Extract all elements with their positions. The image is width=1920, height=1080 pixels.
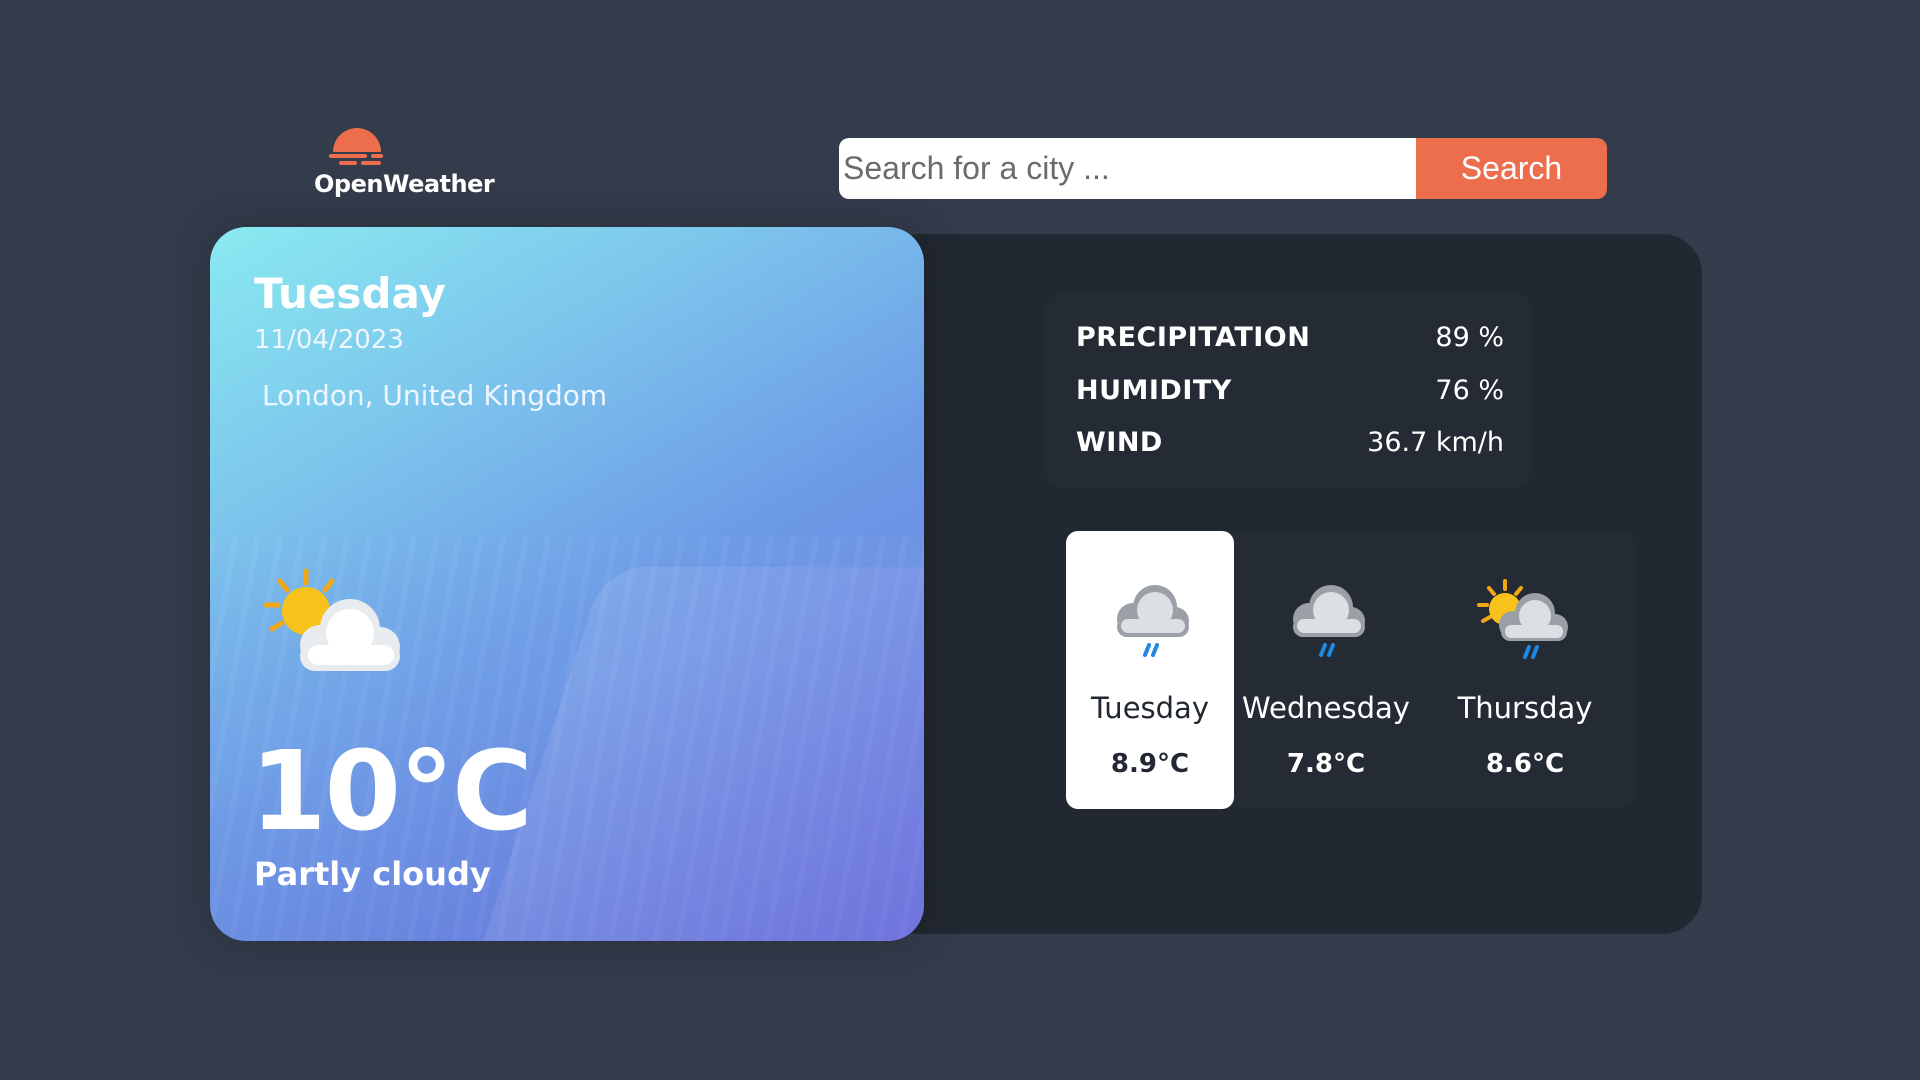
stat-row-humidity: HUMIDITY 76 % [1076,375,1504,415]
search-bar: Search [839,138,1607,199]
stat-value: 89 % [1435,322,1504,353]
current-weather-card: Tuesday 11/04/2023 London, United Kingdo… [210,227,924,941]
stat-label: WIND [1076,427,1163,458]
current-day: Tuesday [254,269,446,318]
weather-stats: PRECIPITATION 89 % HUMIDITY 76 % WIND 36… [1046,294,1530,488]
forecast-temp: 8.6°C [1485,749,1565,779]
forecast-card-wednesday[interactable]: Wednesday 7.8°C [1242,531,1410,809]
rain-cloud-icon [1117,585,1189,657]
search-input[interactable] [839,138,1416,199]
forecast-card-tuesday[interactable]: Tuesday 8.9°C [1066,531,1234,809]
partly-cloudy-icon [263,568,400,671]
forecast-day: Wednesday [1242,691,1410,725]
openweather-logo[interactable]: OpenWeather [310,124,495,204]
current-location: London, United Kingdom [262,379,608,412]
stat-row-precipitation: PRECIPITATION 89 % [1076,322,1504,362]
stat-row-wind: WIND 36.7 km/h [1076,427,1504,467]
current-condition: Partly cloudy [254,855,491,893]
forecast-day: Thursday [1457,691,1593,725]
forecast-temp: 8.9°C [1110,749,1190,779]
sun-setting-icon [329,128,383,165]
current-temperature: 10°C [250,727,533,855]
logo-text: OpenWeather [314,170,495,198]
forecast-list: Tuesday 8.9°C Wednesday 7.8°C Thursday 8… [1066,531,1634,809]
forecast-card-thursday[interactable]: Thursday 8.6°C [1441,531,1609,809]
stat-label: PRECIPITATION [1076,322,1311,353]
search-button[interactable]: Search [1416,138,1607,199]
stat-value: 76 % [1435,375,1504,406]
current-date: 11/04/2023 [254,325,404,355]
stat-label: HUMIDITY [1076,375,1232,406]
forecast-temp: 7.8°C [1286,749,1366,779]
rain-cloud-icon [1293,585,1365,657]
sun-rain-cloud-icon [1477,579,1568,659]
stat-value: 36.7 km/h [1367,427,1504,458]
